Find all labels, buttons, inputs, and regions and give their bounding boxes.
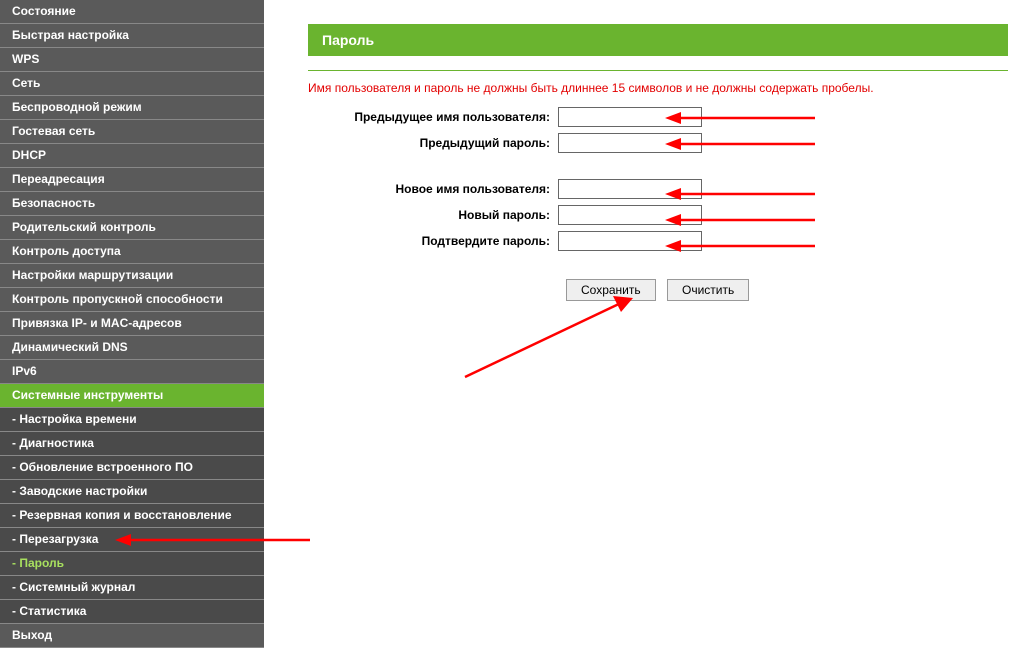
label-new-user: Новое имя пользователя: [308, 182, 558, 196]
menu-routing[interactable]: Настройки маршрутизации [0, 264, 264, 288]
menu-ipv6[interactable]: IPv6 [0, 360, 264, 384]
menu-syslog[interactable]: - Системный журнал [0, 576, 264, 600]
menu-logout[interactable]: Выход [0, 624, 264, 648]
menu-wireless[interactable]: Беспроводной режим [0, 96, 264, 120]
annotation-arrow [115, 530, 310, 550]
annotation-arrow [455, 282, 645, 382]
clear-button[interactable]: Очистить [667, 279, 749, 301]
menu-dhcp[interactable]: DHCP [0, 144, 264, 168]
annotation-arrow [665, 210, 815, 230]
menu-ipmac[interactable]: Привязка IP- и MAC-адресов [0, 312, 264, 336]
label-new-pass: Новый пароль: [308, 208, 558, 222]
menu-factory[interactable]: - Заводские настройки [0, 480, 264, 504]
label-confirm-pass: Подтвердите пароль: [308, 234, 558, 248]
menu-time[interactable]: - Настройка времени [0, 408, 264, 432]
menu-guest[interactable]: Гостевая сеть [0, 120, 264, 144]
divider [308, 70, 1008, 71]
warning-text: Имя пользователя и пароль не должны быть… [308, 81, 1024, 95]
menu-firmware[interactable]: - Обновление встроенного ПО [0, 456, 264, 480]
menu-quick-setup[interactable]: Быстрая настройка [0, 24, 264, 48]
menu-wps[interactable]: WPS [0, 48, 264, 72]
menu-status[interactable]: Состояние [0, 0, 264, 24]
menu-parental[interactable]: Родительский контроль [0, 216, 264, 240]
menu-statistics[interactable]: - Статистика [0, 600, 264, 624]
menu-system-tools[interactable]: Системные инструменты [0, 384, 264, 408]
menu-diagnostics[interactable]: - Диагностика [0, 432, 264, 456]
annotation-arrow [665, 108, 815, 128]
menu-backup[interactable]: - Резервная копия и восстановление [0, 504, 264, 528]
menu-security[interactable]: Безопасность [0, 192, 264, 216]
menu-bandwidth[interactable]: Контроль пропускной способности [0, 288, 264, 312]
menu-access-control[interactable]: Контроль доступа [0, 240, 264, 264]
page-title: Пароль [308, 24, 1008, 56]
menu-forwarding[interactable]: Переадресация [0, 168, 264, 192]
annotation-arrow [665, 236, 815, 256]
annotation-arrow [665, 134, 815, 154]
annotation-arrow [665, 184, 815, 204]
label-old-pass: Предыдущий пароль: [308, 136, 558, 150]
menu-password[interactable]: - Пароль [0, 552, 264, 576]
label-old-user: Предыдущее имя пользователя: [308, 110, 558, 124]
menu-network[interactable]: Сеть [0, 72, 264, 96]
menu-ddns[interactable]: Динамический DNS [0, 336, 264, 360]
